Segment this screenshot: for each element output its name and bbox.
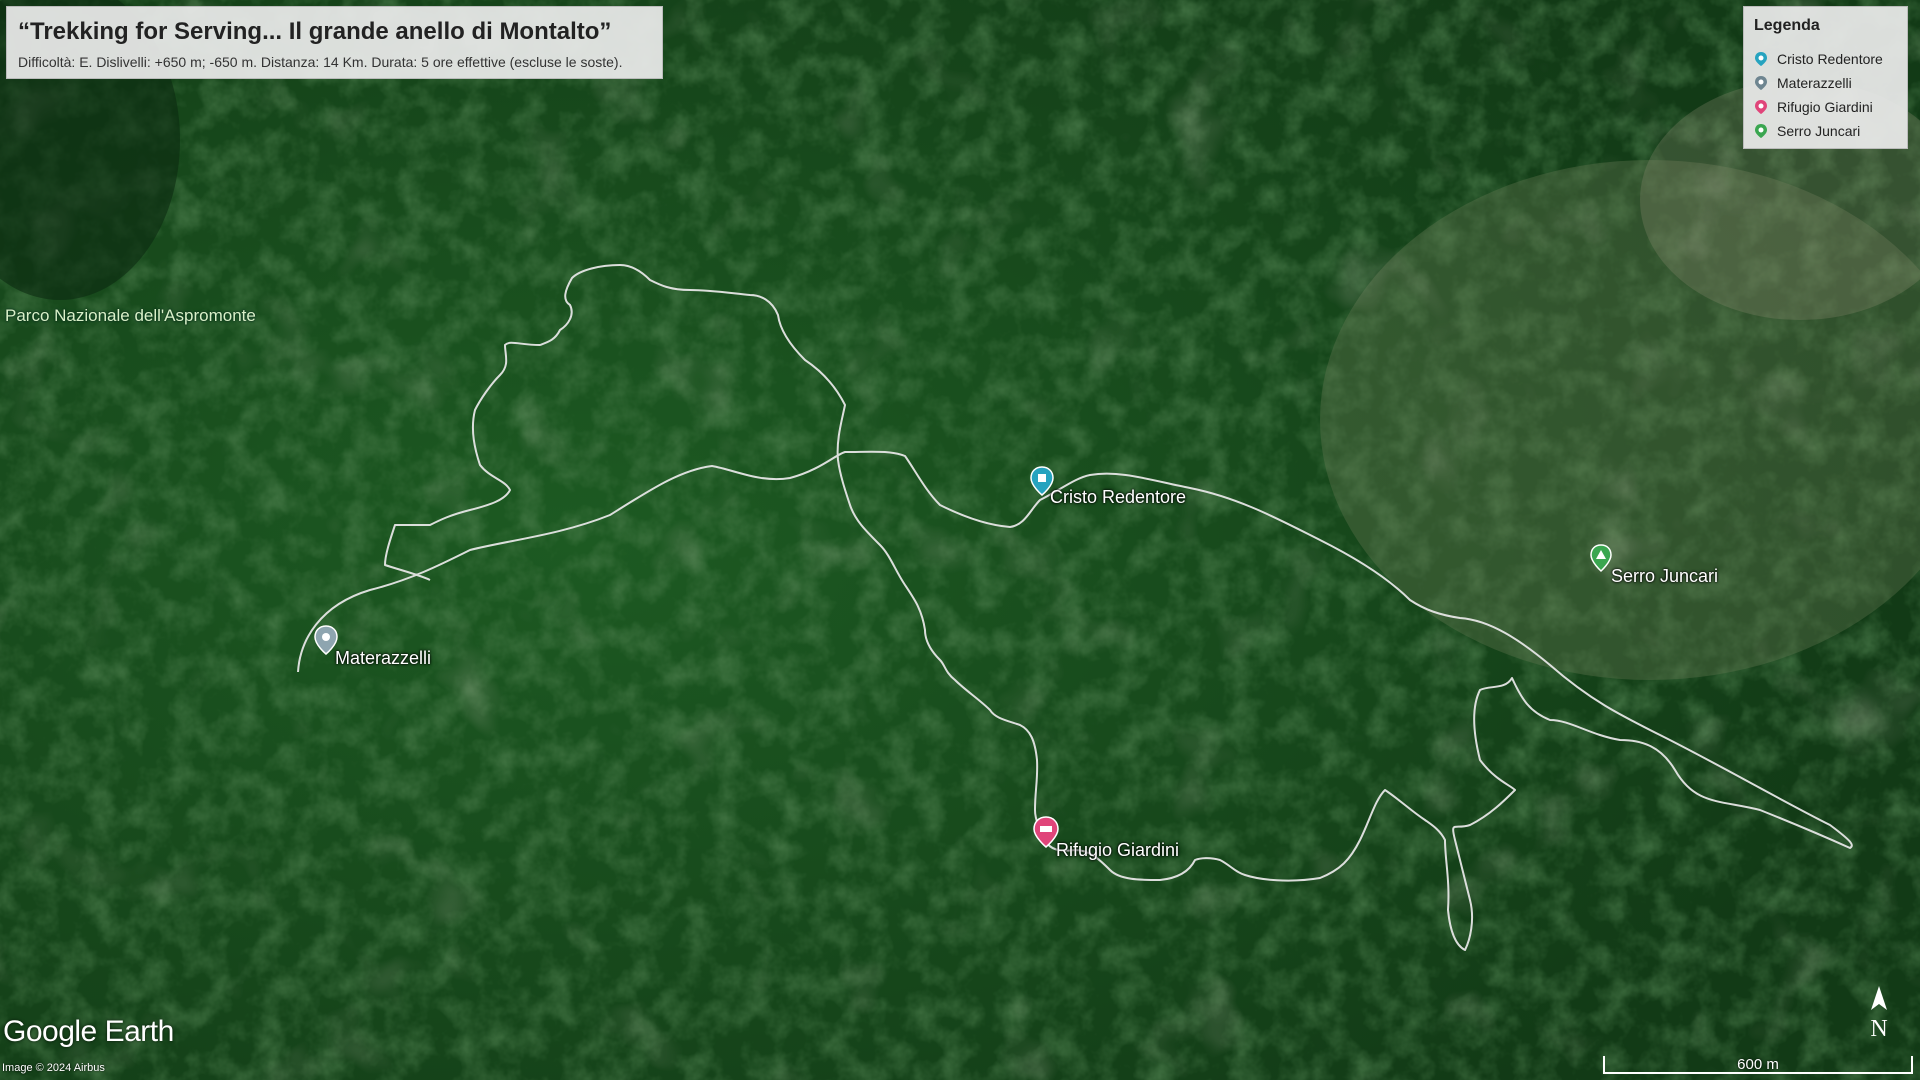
north-arrow-icon: N xyxy=(1870,986,1888,1042)
title-panel: “Trekking for Serving... Il grande anell… xyxy=(6,6,663,79)
scale-bar: 600 m xyxy=(1603,1054,1913,1076)
legend-title: Legenda xyxy=(1754,17,1820,34)
google-earth-logo: Google Earth xyxy=(3,1015,174,1048)
imagery-copyright: Image © 2024 Airbus xyxy=(2,1062,105,1074)
rifugio-giardini-label: Rifugio Giardini xyxy=(1056,840,1180,860)
legend-item-cristo-redentore: Cristo Redentore xyxy=(1754,49,1883,69)
map-pin-icon xyxy=(1755,76,1767,90)
legend-item-serro-juncari: Serro Juncari xyxy=(1754,121,1860,141)
cristo-redentore-label: Cristo Redentore xyxy=(1050,487,1187,507)
north-label: N xyxy=(1870,1016,1887,1042)
map-pin-icon xyxy=(1755,52,1767,66)
map-pin-icon xyxy=(1755,100,1767,114)
scale-bar-label: 600 m xyxy=(1737,1056,1779,1073)
map-subtitle: Difficoltà: E. Dislivelli: +650 m; -650 … xyxy=(18,54,623,70)
materazzelli-label: Materazzelli xyxy=(335,648,432,668)
park-label: Parco Nazionale dell'Aspromonte xyxy=(5,306,256,325)
legend-label: Materazzelli xyxy=(1777,75,1852,91)
map-pin-icon xyxy=(1755,124,1767,138)
satellite-map[interactable] xyxy=(0,0,1920,1080)
serro-juncari-pin-icon[interactable] xyxy=(1590,544,1612,572)
map-title: “Trekking for Serving... Il grande anell… xyxy=(18,18,612,45)
serro-juncari-label: Serro Juncari xyxy=(1611,566,1719,586)
legend-label: Serro Juncari xyxy=(1777,123,1861,139)
legend-panel: Legenda Cristo Redentore Materazzelli Ri… xyxy=(1743,6,1908,149)
legend-item-rifugio-giardini: Rifugio Giardini xyxy=(1754,97,1873,117)
legend-item-materazzelli: Materazzelli xyxy=(1754,73,1852,93)
legend-label: Rifugio Giardini xyxy=(1777,99,1873,115)
legend-label: Cristo Redentore xyxy=(1777,51,1883,67)
